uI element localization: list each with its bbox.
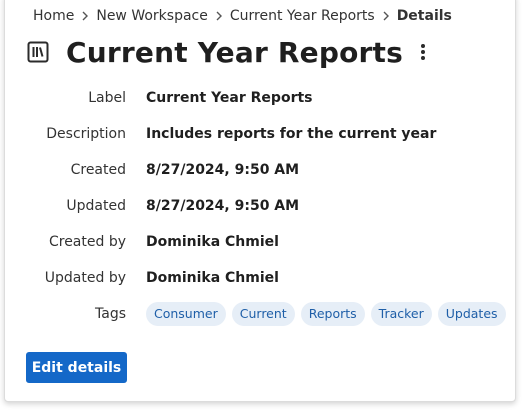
property-value: 8/27/2024, 9:50 AM bbox=[146, 162, 300, 178]
property-value: Dominika Chmiel bbox=[146, 270, 279, 286]
library-icon bbox=[27, 41, 49, 63]
property-updated-by: Updated by Dominika Chmiel bbox=[0, 260, 520, 296]
property-label: Label Current Year Reports bbox=[0, 80, 520, 116]
page-title: Current Year Reports bbox=[66, 35, 403, 69]
title-row: Current Year Reports bbox=[27, 34, 431, 70]
breadcrumb-workspace[interactable]: New Workspace bbox=[96, 8, 208, 24]
property-tags: Tags Consumer Current Reports Tracker Up… bbox=[0, 296, 520, 332]
tag-chip[interactable]: Current bbox=[231, 302, 295, 326]
property-created: Created 8/27/2024, 9:50 AM bbox=[0, 152, 520, 188]
chevron-right-icon bbox=[375, 9, 397, 24]
property-created-by: Created by Dominika Chmiel bbox=[0, 224, 520, 260]
property-value: 8/27/2024, 9:50 AM bbox=[146, 198, 300, 214]
more-vertical-icon[interactable] bbox=[415, 40, 431, 64]
property-name: Created by bbox=[48, 234, 126, 250]
property-updated: Updated 8/27/2024, 9:50 AM bbox=[0, 188, 520, 224]
tag-chip[interactable]: Tracker bbox=[370, 302, 432, 326]
chevron-right-icon bbox=[74, 9, 96, 24]
breadcrumb: Home New Workspace Current Year Reports … bbox=[33, 7, 452, 25]
breadcrumb-library[interactable]: Current Year Reports bbox=[230, 8, 375, 24]
breadcrumb-current: Details bbox=[396, 8, 452, 24]
property-name: Updated by bbox=[44, 270, 126, 286]
tag-chip[interactable]: Consumer bbox=[146, 302, 226, 326]
property-name: Label bbox=[88, 90, 126, 106]
property-name: Created bbox=[70, 162, 126, 178]
property-value: Dominika Chmiel bbox=[146, 234, 279, 250]
property-value: Includes reports for the current year bbox=[146, 126, 437, 142]
property-name: Updated bbox=[66, 198, 126, 214]
chevron-right-icon bbox=[208, 9, 230, 24]
property-name: Tags bbox=[95, 306, 126, 322]
breadcrumb-home[interactable]: Home bbox=[33, 8, 74, 24]
tag-list: Consumer Current Reports Tracker Updates bbox=[146, 302, 506, 326]
tag-chip[interactable]: Reports bbox=[300, 302, 365, 326]
property-value: Current Year Reports bbox=[146, 90, 313, 106]
tag-chip[interactable]: Updates bbox=[437, 302, 506, 326]
property-description: Description Includes reports for the cur… bbox=[0, 116, 520, 152]
edit-details-button[interactable]: Edit details bbox=[26, 352, 127, 383]
property-name: Description bbox=[46, 126, 126, 142]
